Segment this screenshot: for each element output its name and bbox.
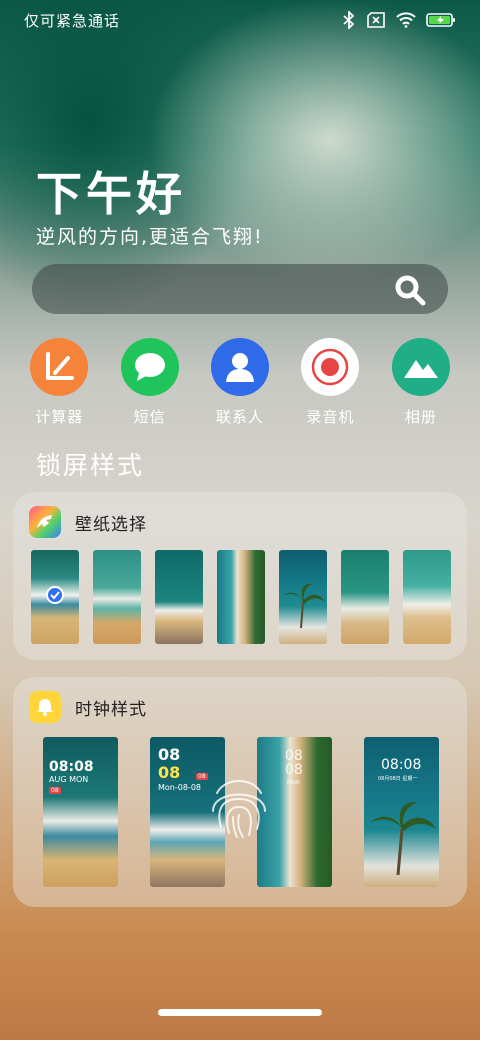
- wallpaper-card-title: 壁纸选择: [75, 514, 147, 535]
- selected-check-icon: [46, 586, 64, 604]
- wallpaper-thumbnail-selected[interactable]: [31, 550, 79, 644]
- wallpaper-thumbnail[interactable]: [217, 550, 265, 644]
- greeting-title: 下午好: [36, 167, 186, 221]
- clock-card-header: 时钟样式: [29, 691, 147, 723]
- battery-charging-icon: [426, 13, 455, 27]
- wallpaper-theme-icon: [29, 506, 61, 538]
- gallery-icon[interactable]: [391, 338, 450, 396]
- palm-tree-icon: [370, 802, 436, 876]
- clock-badge: 08: [196, 773, 208, 780]
- clock-card-title: 时钟样式: [75, 699, 147, 720]
- app-label-recorder: 录音机: [306, 408, 355, 426]
- wallpaper-thumbnails: [31, 550, 451, 644]
- no-sim-icon: [367, 12, 385, 28]
- wallpaper-card: 壁纸选择: [13, 492, 467, 660]
- app-recorder[interactable]: 录音机: [285, 338, 375, 427]
- app-label-gallery: 相册: [404, 408, 437, 426]
- bell-icon: [29, 691, 61, 723]
- clock-badge: 08: [49, 787, 61, 794]
- message-icon[interactable]: [120, 338, 179, 396]
- app-label-contacts: 联系人: [216, 408, 265, 426]
- search-icon[interactable]: [394, 274, 426, 306]
- app-messages[interactable]: 短信: [104, 338, 194, 427]
- clock-minute: 08: [158, 763, 181, 782]
- clock-style-option[interactable]: 08:08 AUG MON 08: [43, 737, 118, 887]
- wallpaper-thumbnail[interactable]: [279, 550, 327, 644]
- home-indicator[interactable]: [158, 1009, 322, 1016]
- wallpaper-thumbnail[interactable]: [403, 550, 451, 644]
- wallpaper-card-header: 壁纸选择: [29, 506, 147, 538]
- app-calculator[interactable]: 计算器: [14, 338, 104, 427]
- app-label-messages: 短信: [133, 408, 166, 426]
- app-label-calculator: 计算器: [35, 408, 84, 426]
- bluetooth-icon: [343, 11, 355, 29]
- carrier-status: 仅可紧急通话: [24, 11, 121, 30]
- lockscreen-section-title: 锁屏样式: [36, 451, 145, 480]
- wallpaper-thumbnail[interactable]: [341, 550, 389, 644]
- clock-date: Mon: [287, 779, 300, 786]
- app-shortcuts: 计算器 短信 联系人 录音机 相册: [14, 338, 466, 427]
- clock-time: 08:08: [49, 759, 94, 775]
- palm-tree-icon: [283, 583, 325, 629]
- wifi-icon: [396, 12, 416, 28]
- contact-icon[interactable]: [211, 338, 270, 396]
- status-icons: [342, 11, 456, 29]
- clock-minute: 08: [285, 762, 303, 778]
- wallpaper-thumbnail[interactable]: [155, 550, 203, 644]
- clock-style-option[interactable]: 08:08 08月08日 星期一: [364, 737, 439, 887]
- clock-style-card: 时钟样式 08:08 AUG MON 08 08 08 Mon-08-08 08…: [13, 677, 467, 907]
- clock-date: AUG MON: [49, 775, 89, 784]
- status-bar: 仅可紧急通话: [0, 0, 480, 40]
- calculator-icon[interactable]: [30, 338, 89, 396]
- recorder-icon[interactable]: [301, 338, 360, 396]
- app-gallery[interactable]: 相册: [376, 338, 466, 427]
- wallpaper-thumbnail[interactable]: [93, 550, 141, 644]
- greeting-subtitle: 逆风的方向,更适合飞翔!: [36, 226, 264, 248]
- search-bar[interactable]: [32, 264, 448, 314]
- clock-hour: 08: [158, 745, 181, 764]
- clock-date: Mon-08-08: [158, 783, 201, 792]
- clock-hour: 08: [285, 748, 303, 764]
- fingerprint-icon[interactable]: [207, 771, 271, 841]
- app-contacts[interactable]: 联系人: [195, 338, 285, 427]
